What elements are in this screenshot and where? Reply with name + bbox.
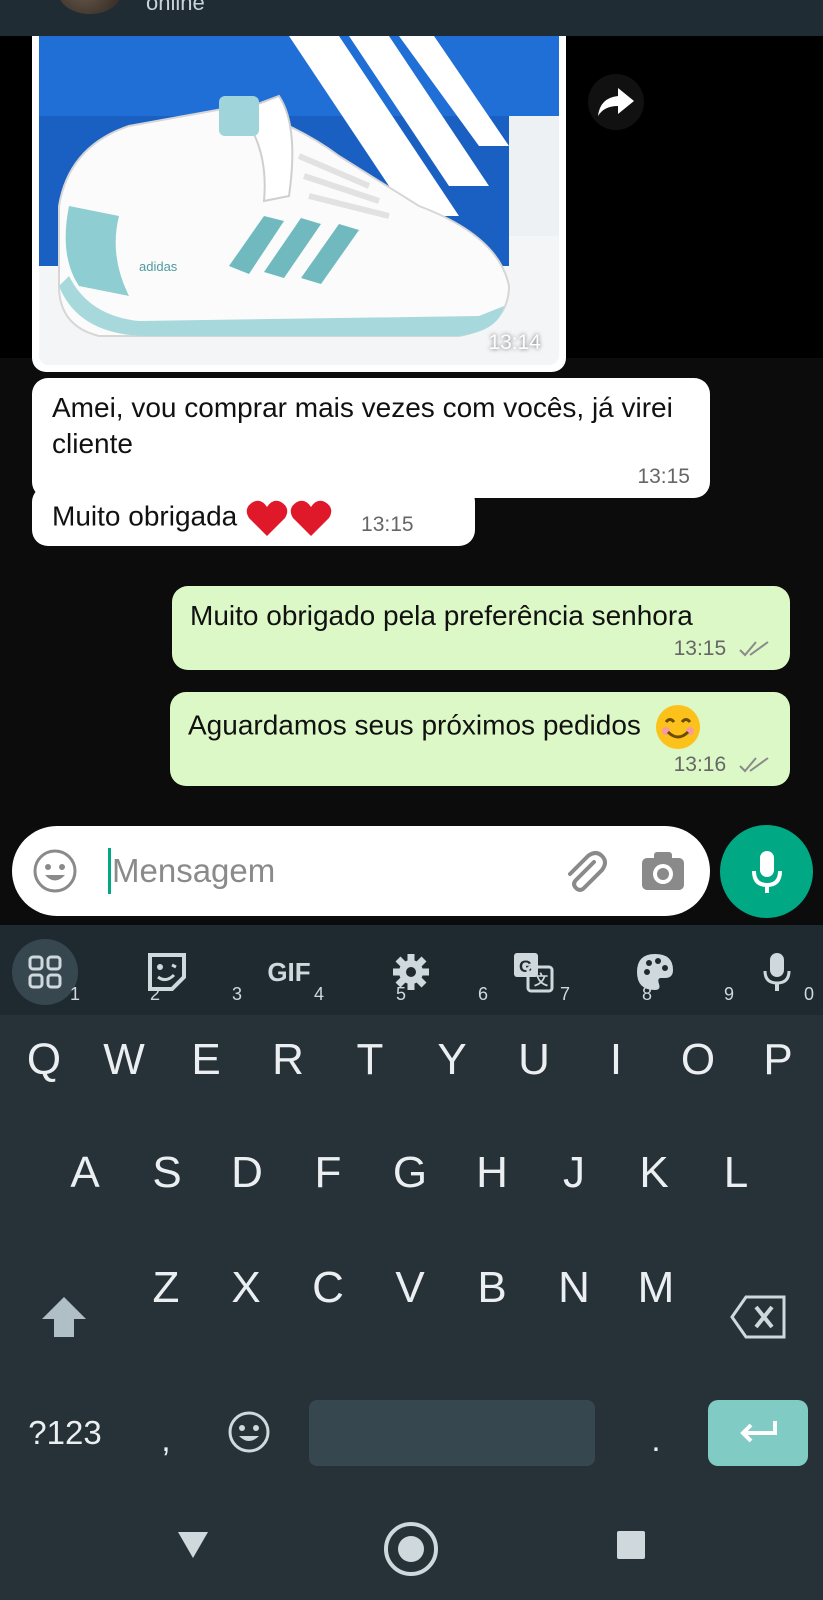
paperclip-icon[interactable] bbox=[560, 848, 608, 896]
key-e[interactable]: E3 bbox=[166, 985, 246, 1105]
message-bubble-incoming[interactable]: Muito obrigada 13:15 bbox=[32, 486, 475, 546]
camera-icon[interactable] bbox=[640, 850, 686, 892]
back-triangle-icon[interactable] bbox=[176, 1528, 210, 1562]
message-time: 13:15 bbox=[673, 637, 727, 660]
message-bubble-outgoing[interactable]: Aguardamos seus próximos pedidos 13:16 bbox=[170, 692, 790, 786]
key-period[interactable]: . bbox=[616, 1395, 696, 1485]
microphone-icon bbox=[751, 850, 782, 893]
backspace-icon[interactable] bbox=[730, 1295, 786, 1339]
message-text: Aguardamos seus próximos pedidos bbox=[188, 709, 641, 741]
message-text: Amei, vou comprar mais vezes com vocês, … bbox=[52, 392, 673, 459]
message-bubble-outgoing[interactable]: Muito obrigado pela preferência senhora … bbox=[172, 586, 790, 670]
key-f[interactable]: F bbox=[288, 1128, 368, 1218]
key-o[interactable]: O9 bbox=[658, 985, 738, 1105]
key-b[interactable]: B bbox=[452, 1243, 532, 1333]
key-h[interactable]: H bbox=[452, 1128, 532, 1218]
keyboard-toolbar: GIF G 文 bbox=[0, 925, 823, 1015]
keyboard[interactable]: GIF G 文 Q 1 W 2 E 3 R 4 T 5 Y 6 U 7 I 8 … bbox=[0, 925, 823, 1600]
home-circle-icon[interactable] bbox=[382, 1520, 440, 1578]
heart-emoji-icon bbox=[246, 500, 288, 536]
double-check-icon bbox=[739, 641, 769, 657]
message-bubble-incoming[interactable]: Amei, vou comprar mais vezes com vocês, … bbox=[32, 378, 710, 498]
key-u[interactable]: U7 bbox=[494, 985, 574, 1105]
key-a[interactable]: A bbox=[45, 1128, 125, 1218]
key-s[interactable]: S bbox=[127, 1128, 207, 1218]
message-time: 13:16 bbox=[673, 753, 727, 776]
sticker-icon[interactable] bbox=[134, 939, 200, 1005]
contact-avatar[interactable] bbox=[58, 0, 122, 14]
key-r[interactable]: R4 bbox=[248, 985, 328, 1105]
shift-icon[interactable] bbox=[40, 1293, 88, 1341]
key-t[interactable]: T5 bbox=[330, 985, 410, 1105]
key-v[interactable]: V bbox=[370, 1243, 450, 1333]
key-comma[interactable]: , bbox=[126, 1395, 206, 1485]
voice-message-button[interactable] bbox=[720, 825, 813, 918]
emoji-icon[interactable] bbox=[32, 848, 78, 894]
message-composer[interactable] bbox=[12, 826, 710, 916]
image-timestamp: 13:14 bbox=[488, 331, 541, 354]
double-check-icon bbox=[739, 757, 769, 773]
key-q[interactable]: Q1 bbox=[4, 985, 84, 1105]
keyboard-emoji-icon[interactable] bbox=[226, 1409, 272, 1455]
key-z[interactable]: Z bbox=[126, 1243, 206, 1333]
sneaker-photo[interactable]: adidas 13:14 bbox=[39, 36, 559, 365]
chat-header[interactable]: online bbox=[0, 0, 823, 36]
apps-grid-icon[interactable] bbox=[12, 939, 78, 1005]
key-i[interactable]: I8 bbox=[576, 985, 656, 1105]
key-j[interactable]: J bbox=[534, 1128, 614, 1218]
key-k[interactable]: K bbox=[614, 1128, 694, 1218]
smile-emoji-icon bbox=[655, 705, 700, 749]
recent-apps-square-icon[interactable] bbox=[616, 1530, 646, 1560]
key-m[interactable]: M bbox=[616, 1243, 696, 1333]
enter-icon bbox=[740, 1421, 777, 1443]
key-p[interactable]: P0 bbox=[738, 985, 818, 1105]
key-l[interactable]: L bbox=[696, 1128, 776, 1218]
forward-icon bbox=[598, 88, 634, 116]
key-y[interactable]: Y6 bbox=[412, 985, 492, 1105]
image-message[interactable]: adidas 13:14 bbox=[32, 36, 566, 372]
message-time: 13:15 bbox=[361, 513, 414, 536]
gif-button[interactable]: GIF bbox=[256, 939, 322, 1005]
system-navigation-bar bbox=[0, 1520, 823, 1600]
message-text: Muito obrigado pela preferência senhora bbox=[190, 600, 693, 631]
key-g[interactable]: G bbox=[370, 1128, 450, 1218]
keyboard-microphone-icon[interactable] bbox=[744, 939, 810, 1005]
key-x[interactable]: X bbox=[206, 1243, 286, 1333]
translate-icon[interactable]: G 文 bbox=[500, 939, 566, 1005]
message-text: Muito obrigada bbox=[52, 500, 238, 532]
text-cursor bbox=[108, 848, 111, 894]
key-n[interactable]: N bbox=[534, 1243, 614, 1333]
palette-icon[interactable] bbox=[622, 939, 688, 1005]
contact-status: online bbox=[146, 0, 205, 15]
space-key[interactable] bbox=[309, 1400, 595, 1466]
svg-text:文: 文 bbox=[534, 972, 549, 988]
chat-area[interactable]: adidas 13:14 Amei, vou comprar mais veze… bbox=[0, 36, 823, 921]
key-d[interactable]: D bbox=[207, 1128, 287, 1218]
key-w[interactable]: W2 bbox=[84, 985, 164, 1105]
heart-emoji-icon bbox=[290, 500, 332, 536]
key-symbols[interactable]: ?123 bbox=[24, 1388, 106, 1478]
message-input[interactable] bbox=[112, 844, 532, 898]
key-c[interactable]: C bbox=[288, 1243, 368, 1333]
forward-button[interactable] bbox=[588, 74, 644, 130]
svg-text:adidas: adidas bbox=[139, 259, 178, 274]
enter-key[interactable] bbox=[708, 1400, 808, 1466]
gear-icon[interactable] bbox=[378, 939, 444, 1005]
